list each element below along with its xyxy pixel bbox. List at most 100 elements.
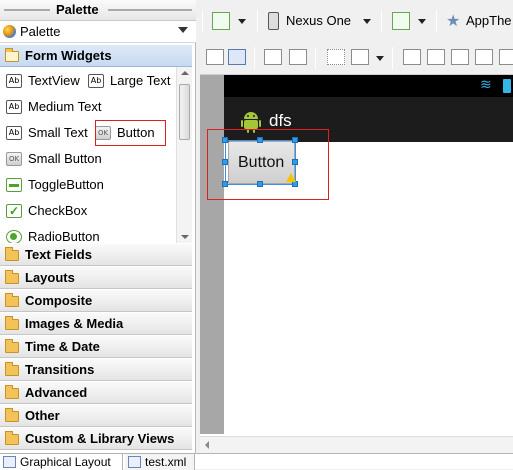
drawer-transitions[interactable]: Transitions	[0, 358, 192, 381]
palette-selector[interactable]: Palette	[0, 21, 196, 43]
device-selector[interactable]: Nexus One	[286, 13, 351, 28]
toolbar-separator	[254, 47, 255, 69]
drawer-label: Form Widgets	[25, 48, 112, 63]
chevron-down-icon[interactable]	[178, 27, 188, 33]
widget-small-text[interactable]: Ab Small Text	[0, 121, 92, 145]
tab-label: Graphical Layout	[20, 455, 111, 469]
align-left-icon[interactable]	[427, 49, 445, 65]
scroll-up-icon[interactable]	[181, 71, 189, 75]
toolbar-separator	[257, 10, 258, 32]
tab-label: test.xml	[145, 455, 187, 469]
widget-label: Medium Text	[28, 99, 102, 114]
layout-icon	[3, 456, 16, 468]
folder-open-icon	[5, 48, 19, 62]
toolbar-separator	[436, 10, 437, 32]
checkbox-icon: ✓	[6, 204, 22, 218]
widget-label: ToggleButton	[28, 177, 104, 192]
drawer-text-fields[interactable]: Text Fields	[0, 243, 192, 266]
app-title: dfs	[269, 111, 292, 130]
folder-icon	[5, 362, 19, 376]
star-icon: ★	[446, 11, 461, 30]
title-grip-right	[108, 9, 192, 11]
drawer-layouts[interactable]: Layouts	[0, 266, 192, 289]
widget-label: Small Button	[28, 151, 102, 166]
widget-label: CheckBox	[28, 203, 88, 218]
palette-title: Palette	[56, 2, 99, 17]
folder-icon	[5, 408, 19, 422]
tab-graphical-layout[interactable]: Graphical Layout	[0, 454, 123, 470]
palette-icon	[3, 25, 16, 38]
drawer-label: Layouts	[25, 270, 75, 285]
gravity-icon[interactable]	[351, 49, 369, 65]
wifi-icon: ≋	[480, 77, 492, 93]
drawer-label: Transitions	[25, 362, 95, 377]
chevron-down-icon[interactable]	[418, 19, 426, 24]
device-icon	[268, 12, 279, 30]
widget-large-text[interactable]: Ab Large Text	[82, 69, 176, 93]
scroll-down-icon[interactable]	[181, 235, 189, 239]
radio-icon	[6, 230, 22, 243]
align-center-icon[interactable]	[451, 49, 469, 65]
margins-icon[interactable]	[327, 49, 345, 65]
drawer-other[interactable]: Other	[0, 404, 192, 427]
toolbar-separator	[202, 10, 203, 32]
widget-small-button[interactable]: OK Small Button	[0, 147, 176, 171]
widget-medium-text[interactable]: Ab Medium Text	[0, 95, 176, 119]
drawer-label: Advanced	[25, 385, 88, 400]
canvas-scrollbar[interactable]	[200, 436, 513, 453]
palette-title-bar: Palette	[0, 0, 196, 21]
drawer-label: Other	[25, 408, 60, 423]
phone-status-bar: ≋	[224, 75, 513, 97]
widget-radiobutton[interactable]: RadioButton	[0, 225, 176, 243]
screen-size-icon[interactable]	[212, 12, 230, 30]
chevron-down-icon[interactable]	[238, 19, 246, 24]
drawer-label: Composite	[25, 293, 93, 308]
drawer-label: Time & Date	[25, 339, 100, 354]
highlight-box	[207, 129, 329, 200]
palette-scrollbar[interactable]	[176, 67, 192, 243]
match-width-icon[interactable]	[264, 49, 282, 65]
widget-checkbox[interactable]: ✓ CheckBox	[0, 199, 176, 223]
layout-toggle-icon[interactable]	[228, 49, 246, 65]
palette-selector-label: Palette	[20, 24, 61, 39]
drawer-custom-library-views[interactable]: Custom & Library Views	[0, 427, 192, 450]
folder-icon	[5, 293, 19, 307]
drawer-images-media[interactable]: Images & Media	[0, 312, 192, 335]
folder-icon	[5, 316, 19, 330]
widget-textview[interactable]: Ab TextView	[0, 69, 82, 93]
widget-label: Small Text	[28, 125, 88, 140]
drawer-label: Images & Media	[25, 316, 124, 331]
folder-icon	[5, 431, 19, 445]
drawer-advanced[interactable]: Advanced	[0, 381, 192, 404]
widget-label: Large Text	[110, 73, 171, 88]
battery-icon	[503, 79, 511, 93]
widget-togglebutton[interactable]: ToggleButton	[0, 173, 176, 197]
scroll-left-icon[interactable]	[205, 441, 209, 449]
drawer-form-widgets[interactable]: Form Widgets	[0, 44, 192, 67]
scroll-thumb[interactable]	[179, 84, 190, 140]
emulate-real-size-icon[interactable]	[206, 49, 224, 65]
align-top-icon[interactable]	[499, 49, 513, 65]
match-height-icon[interactable]	[289, 49, 307, 65]
align-right-icon[interactable]	[475, 49, 493, 65]
drawer-time-date[interactable]: Time & Date	[0, 335, 192, 358]
layout-actions-toolbar	[200, 42, 513, 75]
xml-file-icon	[128, 456, 141, 468]
highlight-box	[95, 120, 166, 146]
drawer-label: Text Fields	[25, 247, 92, 262]
chevron-down-icon[interactable]	[376, 56, 384, 61]
theme-selector[interactable]: AppThe	[466, 13, 512, 28]
folder-icon	[5, 385, 19, 399]
textview-icon: Ab	[6, 74, 22, 88]
small-button-icon: OK	[6, 152, 22, 166]
drawer-label: Custom & Library Views	[25, 431, 175, 446]
drawer-composite[interactable]: Composite	[0, 289, 192, 312]
widget-label: TextView	[28, 73, 80, 88]
small-text-icon: Ab	[6, 126, 22, 140]
orientation-icon[interactable]	[392, 12, 410, 30]
chevron-down-icon[interactable]	[363, 19, 371, 24]
medium-text-icon: Ab	[6, 100, 22, 114]
tab-xml[interactable]: test.xml	[125, 454, 195, 470]
folder-icon	[5, 247, 19, 261]
distribute-icon[interactable]	[403, 49, 421, 65]
